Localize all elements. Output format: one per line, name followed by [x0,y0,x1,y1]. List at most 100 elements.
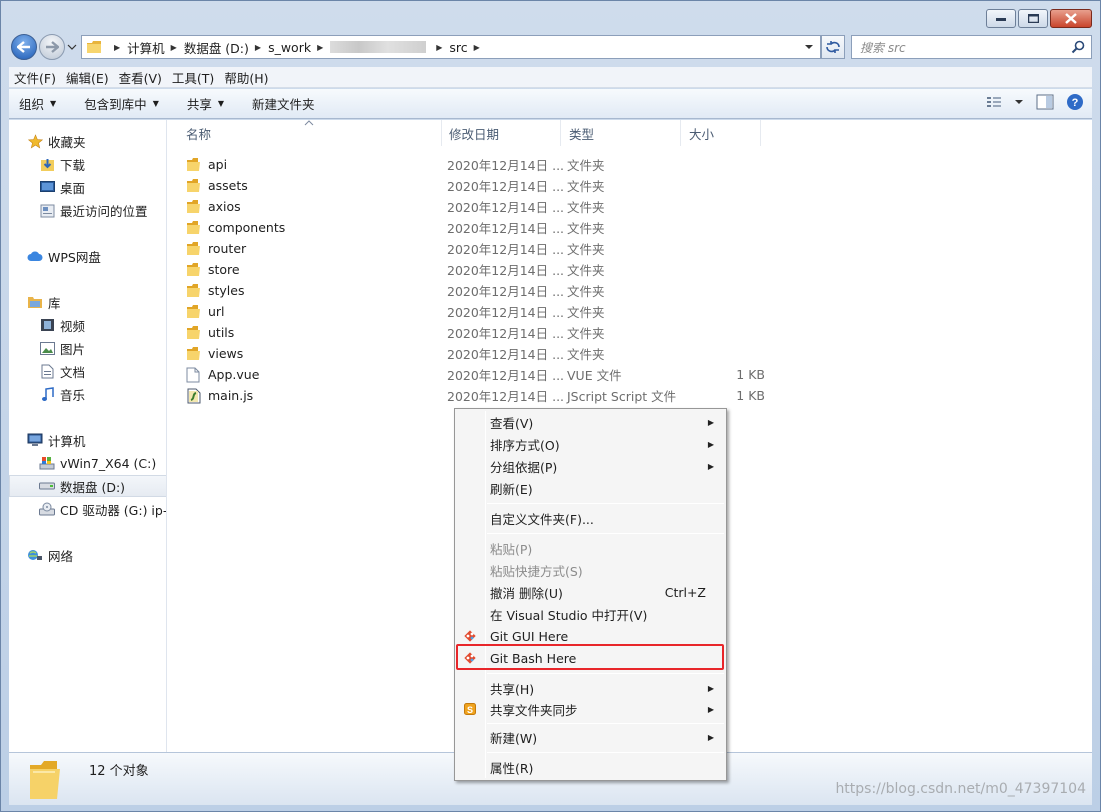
menu-item-refresh[interactable]: 刷新(E) [457,477,724,499]
maximize-icon [1027,14,1039,23]
svg-text:?: ? [1072,97,1079,109]
nav-network[interactable]: 网络 [27,544,73,566]
column-header-type[interactable]: 类型 [561,120,681,146]
column-header-name[interactable]: 名称 [178,120,442,146]
address-bar[interactable]: ▶ 计算机 ▶ 数据盘 (D:) ▶ s_work ▶ ▶ src ▶ [81,35,821,59]
breadcrumb-computer[interactable]: 计算机 ▶ [127,38,184,57]
search-input[interactable]: 搜索 src [851,35,1092,59]
menu-item-undo-delete[interactable]: 撤消 删除(U) Ctrl+Z [457,581,724,603]
menu-item-share[interactable]: 共享(H) ▶ [457,677,724,699]
help-icon[interactable]: ? [1066,93,1084,111]
organize-button[interactable]: 组织 ▼ [19,94,56,113]
file-type: JScript Script 文件 [567,389,677,404]
view-list-icon[interactable] [986,95,1002,109]
cd-drive-icon [39,501,55,517]
minimize-button[interactable] [986,9,1016,28]
file-type: 文件夹 [567,326,605,341]
forward-button[interactable] [39,34,65,60]
command-bar: 组织 ▼ 包含到库中 ▼ 共享 ▼ 新建文件夹 ? [9,89,1092,119]
document-icon [186,367,202,383]
nav-recent-places[interactable]: 最近访问的位置 [39,199,148,221]
dropdown-arrow-icon[interactable] [804,42,814,52]
computer-icon [27,432,43,448]
arrow-left-icon [17,41,30,53]
menu-item-view[interactable]: 查看(V) ▶ [457,411,724,433]
column-header-size[interactable]: 大小 [681,120,761,146]
share-button[interactable]: 共享 ▼ [187,94,224,113]
video-icon [39,317,55,333]
menu-item-new[interactable]: 新建(W) ▶ [457,726,724,748]
view-controls: ? [986,93,1084,111]
submenu-arrow-icon: ▶ [707,417,714,427]
menu-item-sort[interactable]: 排序方式(O) ▶ [457,433,724,455]
file-size: 1 KB [736,367,765,382]
nav-libraries[interactable]: 库 [27,291,61,313]
chevron-down-icon[interactable] [67,42,77,52]
breadcrumb-drive-d[interactable]: 数据盘 (D:) ▶ [184,38,268,57]
navigation-pane: 收藏夹 下载 桌面 最近访问的位置 WPS网盘 库 视频 图片 文档 音乐 计算… [9,120,167,752]
file-type: 文件夹 [567,158,605,173]
file-name: components [186,220,285,236]
menu-item-paste-shortcut: 粘贴快捷方式(S) [490,563,583,579]
include-in-library-button[interactable]: 包含到库中 ▼ [84,94,159,113]
file-name: api [186,157,227,173]
folder-icon [186,304,202,320]
watermark: https://blog.csdn.net/m0_47397104 [835,781,1086,797]
submenu-arrow-icon: ▶ [707,683,714,693]
nav-videos[interactable]: 视频 [39,314,85,336]
nav-downloads[interactable]: 下载 [39,153,85,175]
menu-item-customize-folder[interactable]: 自定义文件夹(F)... [457,507,724,529]
nav-drive-g[interactable]: CD 驱动器 (G:) ip-r [39,498,166,520]
menu-edit[interactable]: 编辑(E) [61,68,114,87]
nav-music[interactable]: 音乐 [39,383,85,405]
breadcrumb-src[interactable]: src ▶ [449,40,486,55]
file-date: 2020年12月14日 ... [447,179,565,194]
caption-buttons [986,9,1092,28]
explorer-window: ▶ 计算机 ▶ 数据盘 (D:) ▶ s_work ▶ ▶ src ▶ 搜索 src 文… [0,0,1101,812]
preview-pane-icon[interactable] [1036,94,1054,110]
menu-help[interactable]: 帮助(H) [219,68,273,87]
folder-icon [186,262,202,278]
menu-file[interactable]: 文件(F) [9,68,61,87]
file-name: main.js [186,388,253,404]
nav-wps-drive[interactable]: WPS网盘 [27,245,101,267]
menu-item-open-in-visual-studio[interactable]: 在 Visual Studio 中打开(V) [457,603,724,625]
new-folder-button[interactable]: 新建文件夹 [252,94,315,113]
breadcrumb-redacted[interactable]: ▶ [330,41,449,53]
nav-drive-d[interactable]: 数据盘 (D:) [9,475,166,497]
menu-view[interactable]: 查看(V) [114,68,167,87]
dropdown-arrow-icon: ▼ [217,99,225,108]
file-type: 文件夹 [567,263,605,278]
folder-icon [186,283,202,299]
close-button[interactable] [1050,9,1092,28]
breadcrumb-s-work[interactable]: s_work ▶ [268,40,330,55]
menu-tools[interactable]: 工具(T) [167,68,219,87]
file-type: 文件夹 [567,200,605,215]
maximize-button[interactable] [1018,9,1048,28]
context-menu: 查看(V) ▶ 排序方式(O) ▶ 分组依据(P) ▶ 刷新(E) 自定义文件夹(F)… [454,408,727,781]
menu-item-share-folder-sync[interactable]: S 共享文件夹同步 ▶ [457,698,724,720]
shortcut-label: Ctrl+Z [664,584,706,600]
script-icon [186,388,202,404]
nav-drive-c[interactable]: vWin7_X64 (C:) [39,452,156,474]
nav-favorites[interactable]: 收藏夹 [27,130,86,152]
minimize-icon [996,17,1006,21]
nav-desktop[interactable]: 桌面 [39,176,85,198]
nav-computer[interactable]: 计算机 [27,429,86,451]
file-type: 文件夹 [567,179,605,194]
view-dropdown-icon[interactable] [1014,97,1024,107]
folder-icon [186,241,202,257]
column-header-date[interactable]: 修改日期 [441,120,561,146]
nav-pictures[interactable]: 图片 [39,337,85,359]
nav-documents[interactable]: 文档 [39,360,85,382]
menu-item-properties[interactable]: 属性(R) [457,756,724,778]
file-type: VUE 文件 [567,368,622,383]
back-button[interactable] [11,34,37,60]
refresh-button[interactable] [821,35,845,59]
file-name: url [186,304,225,320]
star-icon [27,133,43,149]
search-icon[interactable] [1071,40,1085,54]
file-type: 文件夹 [567,221,605,236]
menu-item-paste: 粘贴(P) [490,541,533,557]
menu-item-group[interactable]: 分组依据(P) ▶ [457,455,724,477]
